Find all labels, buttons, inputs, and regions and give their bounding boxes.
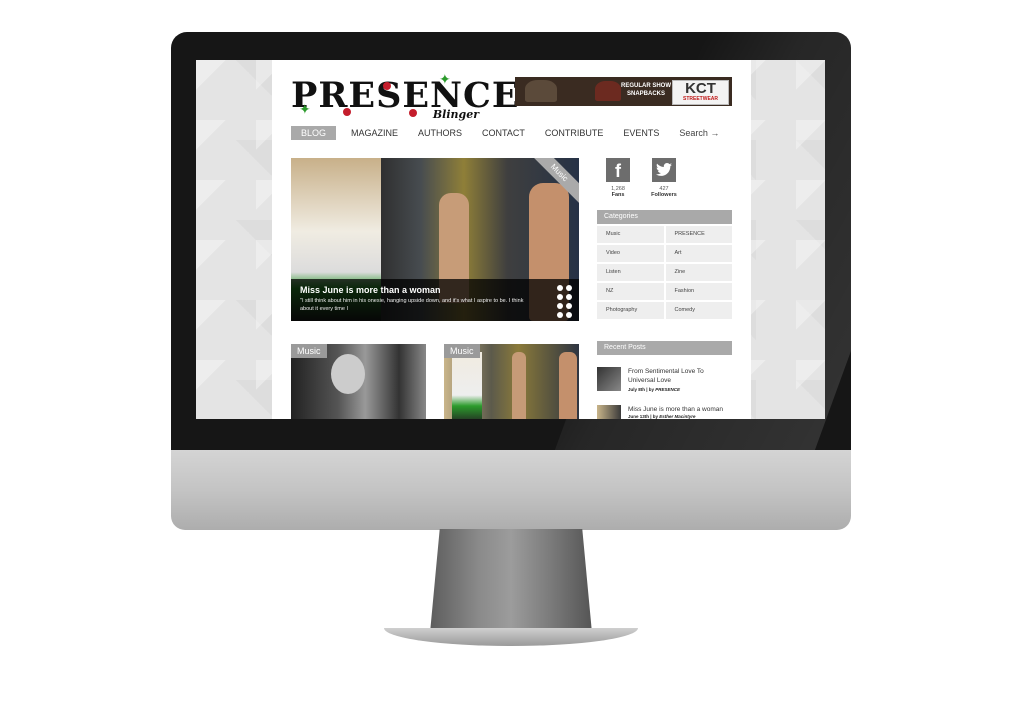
nav-item-contact[interactable]: CONTACT	[482, 126, 525, 140]
monitor-chin	[171, 450, 851, 530]
post-photo	[559, 352, 577, 419]
hero-title[interactable]: Miss June is more than a woman	[300, 285, 441, 295]
search-link[interactable]: Search →	[679, 128, 719, 138]
nav-item-blog[interactable]: BLOG	[291, 126, 337, 140]
category-link[interactable]: Video	[597, 245, 664, 262]
facebook-label: Fans	[611, 192, 625, 198]
slider-dot[interactable]	[566, 303, 572, 309]
category-link[interactable]: Fashion	[665, 283, 732, 300]
twitter-widget[interactable]: 427 Followers	[644, 158, 684, 198]
banner-brand-sub: STREETWEAR	[683, 96, 718, 102]
rose-icon	[409, 109, 417, 117]
categories-heading: Categories	[597, 210, 732, 224]
slider-dot[interactable]	[566, 294, 572, 300]
hero-excerpt: "I still think about him in his onesie, …	[300, 298, 524, 312]
twitter-label: Followers	[651, 192, 677, 198]
hero-caption: Miss June is more than a woman "I still …	[291, 279, 579, 321]
banner-brand: KCT STREETWEAR	[672, 80, 729, 105]
slider-dot[interactable]	[557, 294, 563, 300]
recent-post-thumbnail[interactable]	[597, 367, 621, 391]
recent-post-meta: July 8th | by PRESENCE	[628, 387, 681, 392]
slider-dot[interactable]	[557, 303, 563, 309]
category-link[interactable]: PRESENCE	[665, 226, 732, 243]
category-link[interactable]: NZ	[597, 283, 664, 300]
post-photo	[452, 352, 482, 419]
leaf-icon: ✦	[439, 71, 451, 87]
recent-post-thumbnail[interactable]	[597, 405, 621, 419]
cap-image	[525, 80, 557, 102]
nav-item-magazine[interactable]: MAGAZINE	[351, 126, 398, 140]
category-link[interactable]: Zine	[665, 264, 732, 281]
banner-brand-name: KCT	[685, 80, 716, 97]
recent-post-date: June 13th	[628, 414, 650, 419]
post-photo	[512, 352, 526, 419]
twitter-bird-icon	[656, 163, 672, 176]
recent-posts-heading: Recent Posts	[597, 341, 732, 355]
recent-post-author[interactable]: Esther Macintyre	[659, 414, 695, 419]
slider-dot[interactable]	[566, 312, 572, 318]
slider-dot[interactable]	[557, 312, 563, 318]
nav-item-events[interactable]: EVENTS	[623, 126, 659, 140]
nav-item-authors[interactable]: AUTHORS	[418, 126, 462, 140]
banner-promo: REGULAR SHOW SNAPBACKS	[621, 83, 671, 97]
post-card[interactable]: Music	[291, 344, 426, 419]
web-page: PRESENCE Blinger ✦ ✦ REGULAR SHOW SNAPBA…	[272, 60, 751, 419]
post-category-tag[interactable]: Music	[291, 344, 327, 358]
monitor-stand	[430, 529, 592, 633]
ad-banner[interactable]: REGULAR SHOW SNAPBACKS KCT STREETWEAR	[515, 77, 732, 106]
featured-post[interactable]: Music Miss June is more than a woman "I …	[291, 158, 579, 321]
category-link[interactable]: Listen	[597, 264, 664, 281]
category-link[interactable]: Comedy	[665, 302, 732, 319]
categories-list: Music PRESENCE Video Art Listen Zine NZ …	[597, 226, 732, 319]
monitor-foot	[384, 628, 638, 646]
slider-dots[interactable]	[557, 285, 573, 318]
cap-image	[595, 81, 621, 101]
post-category-tag[interactable]: Music	[444, 344, 480, 358]
rose-icon	[343, 108, 351, 116]
slider-dot[interactable]	[566, 285, 572, 291]
site-logo[interactable]: PRESENCE Blinger ✦ ✦	[291, 72, 519, 121]
recent-post-title[interactable]: Miss June is more than a woman	[628, 405, 732, 414]
recent-post-author[interactable]: PRESENCE	[655, 387, 680, 392]
recent-post-title[interactable]: From Sentimental Love To Universal Love	[628, 367, 732, 385]
category-link[interactable]: Music	[597, 226, 664, 243]
logo-subtext: Blinger	[432, 108, 479, 121]
leaf-icon: ✦	[299, 101, 311, 117]
recent-post-date: July 8th	[628, 387, 646, 392]
slider-dot[interactable]	[557, 285, 563, 291]
facebook-widget[interactable]: f 1,268 Fans	[598, 158, 638, 198]
category-link[interactable]: Art	[665, 245, 732, 262]
facebook-icon[interactable]: f	[606, 158, 630, 182]
twitter-icon[interactable]	[652, 158, 676, 182]
category-link[interactable]: Photography	[597, 302, 664, 319]
main-nav: BLOG MAGAZINE AUTHORS CONTACT CONTRIBUTE…	[291, 126, 719, 140]
post-photo	[331, 354, 365, 394]
rose-icon	[383, 82, 391, 90]
nav-item-contribute[interactable]: CONTRIBUTE	[545, 126, 604, 140]
post-card[interactable]: Music	[444, 344, 579, 419]
recent-post-meta: June 13th | by Esther Macintyre	[628, 414, 696, 419]
